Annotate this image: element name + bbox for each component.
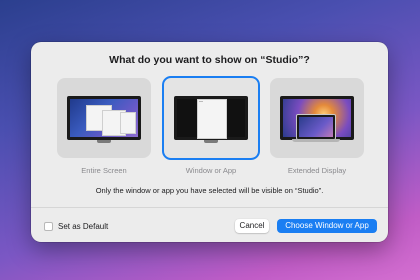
checkbox-label: Set as Default bbox=[58, 222, 109, 231]
laptop-base bbox=[292, 139, 340, 142]
dialog-title: What do you want to show on “Studio”? bbox=[109, 54, 310, 66]
option-entire-screen[interactable]: Entire Screen bbox=[57, 78, 151, 198]
display-picker-dialog: What do you want to show on “Studio”? En… bbox=[31, 42, 388, 242]
black-screen bbox=[177, 99, 245, 139]
monitor-icon bbox=[174, 96, 248, 140]
choose-window-button[interactable]: Choose Window or App bbox=[277, 219, 377, 233]
monitor-stand bbox=[204, 140, 218, 143]
cancel-button[interactable]: Cancel bbox=[235, 219, 269, 233]
option-label: Extended Display bbox=[287, 166, 347, 175]
option-card[interactable] bbox=[270, 78, 364, 158]
option-card[interactable] bbox=[57, 78, 151, 158]
monitor-stand bbox=[97, 140, 111, 143]
desktop-wallpaper bbox=[70, 99, 138, 137]
laptop-icon bbox=[296, 114, 336, 140]
window-toolbar bbox=[199, 101, 203, 102]
window-thumbnail bbox=[120, 112, 136, 134]
monitor-icon bbox=[67, 96, 141, 140]
set-as-default-row[interactable]: Set as Default bbox=[44, 222, 108, 231]
option-label: Window or App bbox=[185, 166, 237, 175]
divider bbox=[31, 207, 388, 208]
option-extended-display[interactable]: Extended Display bbox=[270, 78, 364, 198]
laptop-wallpaper bbox=[299, 117, 333, 137]
selection-info-text: Only the window or app you have selected… bbox=[95, 186, 324, 195]
app-window-thumbnail bbox=[197, 99, 227, 139]
option-window-or-app[interactable]: Window or App bbox=[162, 76, 260, 198]
option-card-selected[interactable] bbox=[162, 76, 260, 160]
option-label: Entire Screen bbox=[81, 166, 127, 175]
set-as-default-checkbox[interactable] bbox=[44, 222, 53, 231]
